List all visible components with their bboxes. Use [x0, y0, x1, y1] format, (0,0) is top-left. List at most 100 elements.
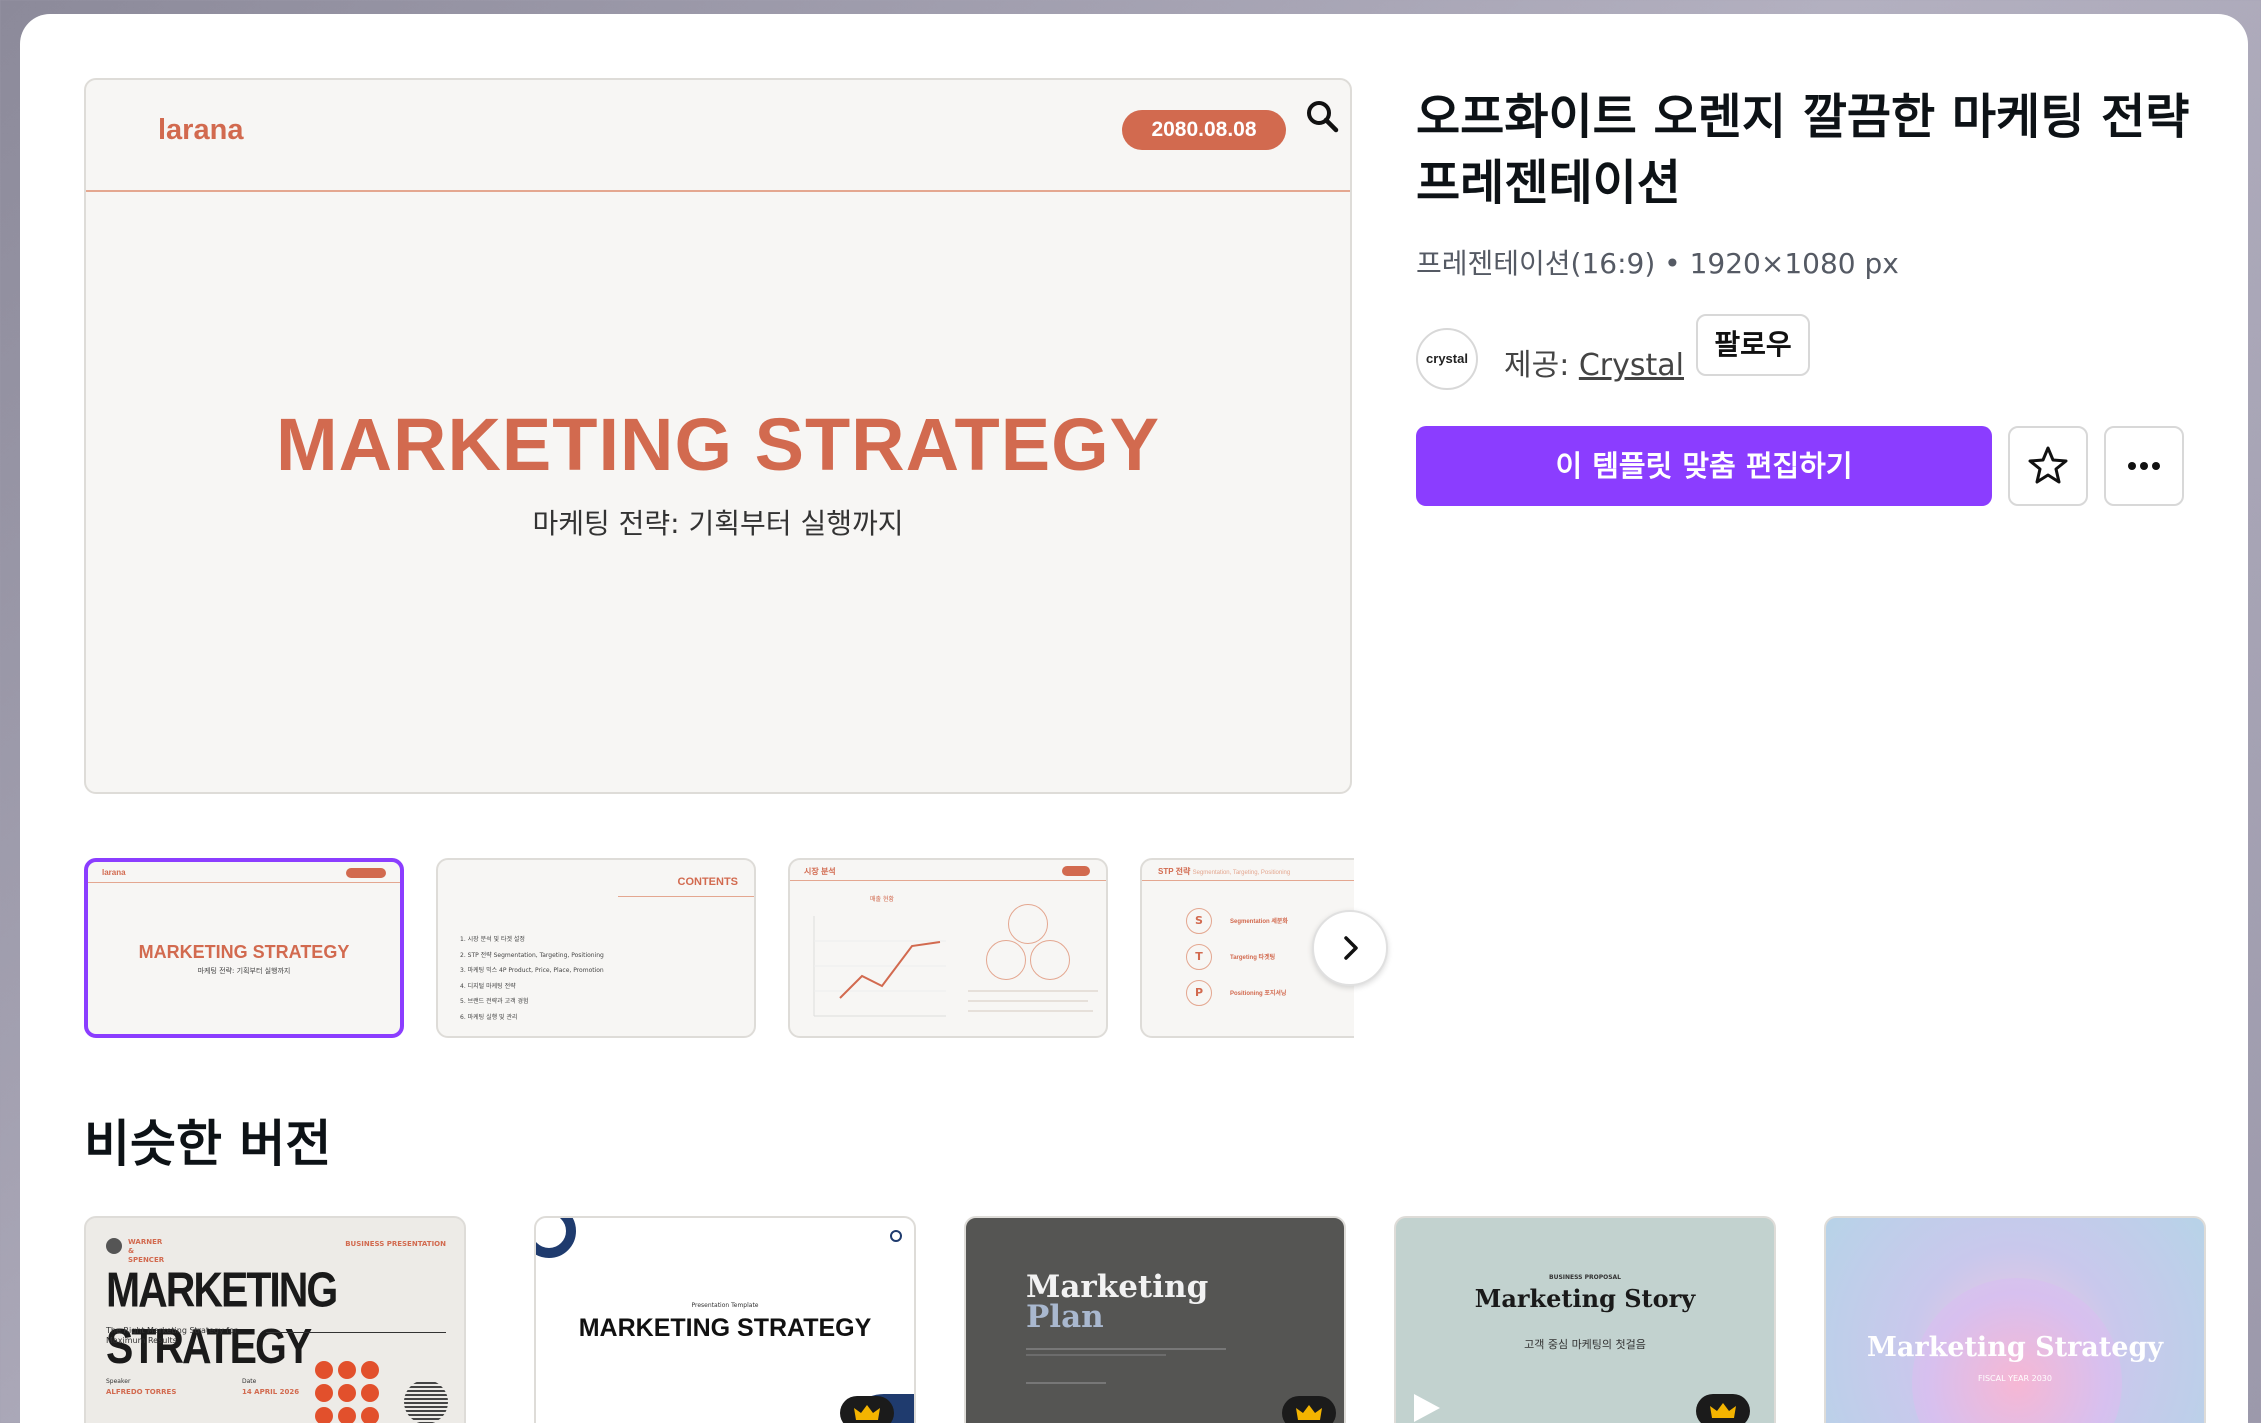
thumb-divider — [1142, 880, 1354, 881]
card-dot-grid — [315, 1361, 379, 1423]
card-subtitle: FISCAL YEAR 2030 — [1978, 1374, 2052, 1383]
thumb-subtitle: 마케팅 전략: 기획부터 실행까지 — [197, 967, 291, 975]
thumb-brand: larana — [102, 868, 126, 877]
card-date-label: Date — [242, 1378, 257, 1385]
thumb-title: MARKETING STRATEGY — [138, 942, 350, 962]
similar-card-5[interactable]: Marketing Strategy FISCAL YEAR 2030 — [1824, 1216, 2206, 1423]
thumb-stp-label: Segmentation 세분화 — [1230, 919, 1288, 925]
thumb-bubble — [1008, 904, 1048, 944]
thumb-divider — [618, 896, 754, 897]
list-item: 3. 마케팅 믹스 4P Product, Price, Place, Prom… — [460, 967, 604, 974]
thumb-stp-letter: P — [1186, 980, 1212, 1006]
card-decor-dot — [890, 1230, 902, 1242]
card-title: MARKETING STRATEGY — [106, 1262, 338, 1374]
card-subtitle: The Right Marketing Strategy for Maximum… — [106, 1326, 238, 1345]
card-title: Marketing Story — [1474, 1284, 1696, 1313]
favorite-button[interactable] — [2008, 426, 2088, 506]
card-tag: BUSINESS PRESENTATION — [345, 1240, 446, 1248]
next-thumbnails-button[interactable] — [1312, 910, 1388, 986]
thumbnail-slide-2[interactable]: CONTENTS 1. 시장 분석 및 타겟 설정 2. STP 전략 Segm… — [436, 858, 756, 1038]
thumb-stp-label: Positioning 포지셔닝 — [1230, 991, 1287, 997]
thumb-chart-title: 매출 현황 — [870, 896, 894, 903]
list-item: 2. STP 전략 Segmentation, Targeting, Posit… — [460, 951, 604, 959]
preview-header-divider — [86, 190, 1350, 192]
thumbnail-slide-3[interactable]: 시장 분석 매출 현황 — [788, 858, 1108, 1038]
premium-badge — [1696, 1394, 1750, 1423]
thumb-text-line — [968, 990, 1098, 992]
card-small: Presentation Template — [691, 1302, 759, 1309]
more-options-button[interactable] — [2104, 426, 2184, 506]
card-text-line — [1026, 1354, 1166, 1356]
similar-heading: 비슷한 버전 — [84, 1115, 332, 1173]
card-text-line — [1026, 1348, 1226, 1350]
crown-icon — [854, 1405, 880, 1420]
thumb-page-pill — [1062, 866, 1090, 876]
thumbnail-strip: larana MARKETING STRATEGY 마케팅 전략: 기획부터 실… — [84, 856, 1354, 1056]
thumb-stp-letter: T — [1186, 944, 1212, 970]
thumb-bubble — [986, 940, 1026, 980]
thumb-heading: STP 전략 Segmentation, Targeting, Position… — [1158, 867, 1291, 876]
card-company: WARNER & SPENCER — [128, 1238, 165, 1264]
card-small: BUSINESS PROPOSAL — [1549, 1274, 1621, 1281]
premium-badge — [840, 1396, 894, 1423]
similar-card-1[interactable]: WARNER & SPENCER BUSINESS PRESENTATION M… — [84, 1216, 466, 1423]
card-title-line-1: Marketing — [1026, 1269, 1209, 1305]
thumb-stp-label: Targeting 타겟팅 — [1230, 955, 1276, 961]
card-text-line — [1026, 1382, 1106, 1384]
thumb-bubble — [1030, 940, 1070, 980]
thumb-text-line — [968, 1000, 1088, 1002]
template-modal: larana 2080.08.08 MARKETING STRATEGY 마케팅… — [20, 14, 2248, 1423]
preview-subtitle: 마케팅 전략: 기획부터 실행까지 — [532, 507, 904, 540]
card-date: 14 APRIL 2026 — [242, 1388, 300, 1396]
provider-link[interactable]: Crystal — [1579, 348, 1684, 383]
main-preview[interactable]: larana 2080.08.08 MARKETING STRATEGY 마케팅… — [84, 78, 1352, 794]
list-item: 4. 디지털 마케팅 전략 — [460, 982, 516, 990]
card-logo — [106, 1238, 122, 1254]
list-item: 6. 마케팅 실행 및 관리 — [460, 1013, 518, 1021]
similar-card-2[interactable]: Presentation Template MARKETING STRATEGY — [534, 1216, 916, 1423]
crown-icon — [1710, 1403, 1736, 1418]
thumb-line-chart — [813, 916, 946, 1017]
card-decor-circle — [536, 1218, 576, 1258]
premium-badge — [1282, 1396, 1336, 1423]
provider-prefix: 제공: — [1504, 348, 1579, 383]
thumb-divider — [790, 880, 1106, 881]
card-rule — [266, 1332, 446, 1333]
preview-brand: larana — [158, 114, 244, 146]
card-title-line-2: Plan — [1026, 1299, 1104, 1335]
thumb-heading: CONTENTS — [677, 876, 739, 888]
provider-text: 제공: Crystal — [1504, 340, 1684, 384]
search-icon — [1307, 101, 1339, 133]
card-title: Marketing Strategy — [1866, 1332, 2164, 1363]
play-icon — [1414, 1394, 1440, 1422]
avatar[interactable]: crystal — [1416, 328, 1478, 390]
thumb-contents-list: 1. 시장 분석 및 타겟 설정 2. STP 전략 Segmentation,… — [460, 932, 604, 1025]
card-speaker-label: Speaker — [106, 1378, 131, 1385]
similar-card-4[interactable]: BUSINESS PROPOSAL Marketing Story 고객 중심 … — [1394, 1216, 1776, 1423]
list-item: 1. 시장 분석 및 타겟 설정 — [460, 936, 525, 943]
similar-card-3[interactable]: Marketing Plan — [964, 1216, 1346, 1423]
thumb-stp-letter: S — [1186, 908, 1212, 934]
thumb-heading: 시장 분석 — [804, 867, 836, 876]
thumb-text-line — [968, 1010, 1093, 1012]
card-speaker: ALFREDO TORRES — [106, 1388, 177, 1396]
zoom-button[interactable] — [1300, 94, 1346, 140]
thumbnail-slide-1[interactable]: larana MARKETING STRATEGY 마케팅 전략: 기획부터 실… — [84, 858, 404, 1038]
preview-date-badge: 2080.08.08 — [1122, 110, 1286, 150]
crown-icon — [1296, 1405, 1322, 1420]
thumb-divider — [88, 882, 400, 883]
follow-button[interactable]: 팔로우 — [1696, 314, 1810, 376]
more-icon — [2128, 462, 2160, 470]
template-title: 오프화이트 오렌지 깔끔한 마케팅 전략 프레젠테이션 — [1416, 89, 2190, 211]
card-striped-circle — [404, 1380, 448, 1423]
preview-title: MARKETING STRATEGY — [275, 403, 1161, 486]
star-icon — [2028, 446, 2068, 484]
customize-template-button[interactable]: 이 템플릿 맞춤 편집하기 — [1416, 426, 1992, 506]
chevron-right-icon — [1344, 936, 1358, 960]
card-subtitle: 고객 중심 마케팅의 첫걸음 — [1524, 1338, 1646, 1351]
thumb-date-pill — [346, 868, 386, 878]
card-title: Marketing Plan — [1026, 1269, 1209, 1335]
card-title: MARKETING STRATEGY — [578, 1314, 872, 1342]
list-item: 5. 브랜드 전략과 고객 경험 — [460, 998, 529, 1005]
template-meta: 프레젠테이션(16:9) • 1920×1080 px — [1416, 247, 1899, 280]
